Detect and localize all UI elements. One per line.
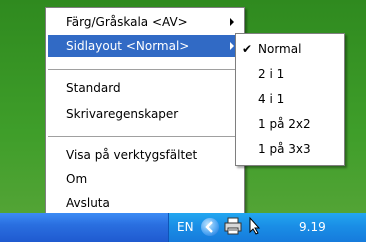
language-indicator[interactable]: EN xyxy=(177,220,194,234)
menu-item-label: Sidlayout <Normal> xyxy=(66,39,190,53)
submenu-item-normal[interactable]: ✔ Normal xyxy=(238,38,342,60)
submenu-item-label: Normal xyxy=(258,42,302,56)
show-hidden-icons-button[interactable] xyxy=(201,218,219,236)
page-layout-submenu: ✔ Normal 2 i 1 4 i 1 1 på 2x2 1 på 3x3 xyxy=(235,33,345,166)
menu-item-page-layout[interactable]: Sidlayout <Normal> xyxy=(48,35,242,57)
clock[interactable]: 9.19 xyxy=(299,220,326,234)
menu-item-about[interactable]: Om xyxy=(48,168,242,190)
menu-item-label: Visa på verktygsfältet xyxy=(66,148,198,162)
submenu-arrow-icon xyxy=(230,42,234,50)
menu-item-color-grayscale[interactable]: Färg/Gråskala <AV> xyxy=(48,11,242,33)
submenu-arrow-icon xyxy=(230,18,234,26)
submenu-item-1-on-2x2[interactable]: 1 på 2x2 xyxy=(238,113,342,135)
menu-item-printer-properties[interactable]: Skrivaregenskaper xyxy=(48,103,242,125)
menu-separator xyxy=(48,69,242,70)
menu-item-label: Avsluta xyxy=(66,196,110,210)
menu-item-label: Om xyxy=(66,172,88,186)
menu-item-show-on-toolbar[interactable]: Visa på verktygsfältet xyxy=(48,144,242,166)
chevron-left-icon xyxy=(205,221,213,233)
menu-item-label: Skrivaregenskaper xyxy=(66,107,179,121)
submenu-item-1-on-3x3[interactable]: 1 på 3x3 xyxy=(238,138,342,160)
menu-item-standard[interactable]: Standard xyxy=(48,77,242,99)
submenu-item-4-in-1[interactable]: 4 i 1 xyxy=(238,88,342,110)
context-menu: Färg/Gråskala <AV> Sidlayout <Normal> St… xyxy=(45,7,245,220)
submenu-item-label: 4 i 1 xyxy=(258,92,285,106)
menu-item-label: Färg/Gråskala <AV> xyxy=(66,15,188,29)
submenu-item-label: 1 på 3x3 xyxy=(258,142,311,156)
printer-tray-icon[interactable] xyxy=(224,217,242,235)
menu-separator xyxy=(48,136,242,137)
menu-item-exit[interactable]: Avsluta xyxy=(48,192,242,214)
system-tray: EN 9.19 xyxy=(168,213,366,242)
submenu-item-label: 1 på 2x2 xyxy=(258,117,311,131)
submenu-item-2-in-1[interactable]: 2 i 1 xyxy=(238,63,342,85)
checkmark-icon: ✔ xyxy=(242,42,253,56)
taskbar: EN 9.19 xyxy=(0,213,366,242)
pointer-tray-icon[interactable] xyxy=(247,216,263,235)
menu-item-label: Standard xyxy=(66,81,121,95)
submenu-item-label: 2 i 1 xyxy=(258,67,285,81)
